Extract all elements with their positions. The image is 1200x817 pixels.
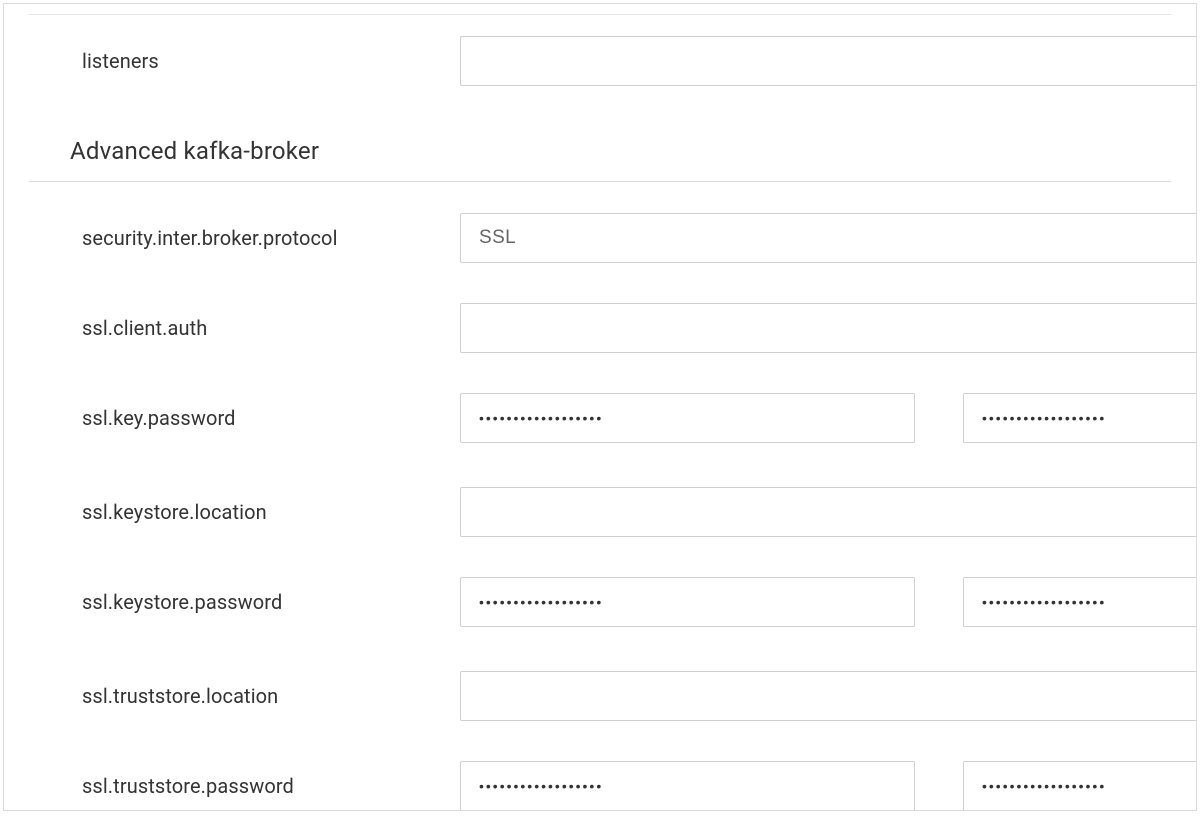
section-divider bbox=[29, 181, 1171, 182]
label-ssl-client-auth: ssl.client.auth bbox=[82, 316, 460, 340]
label-ssl-keystore-location: ssl.keystore.location bbox=[82, 500, 460, 524]
label-security-inter-broker-protocol: security.inter.broker.protocol bbox=[82, 226, 460, 250]
label-ssl-keystore-password: ssl.keystore.password bbox=[82, 590, 460, 614]
row-ssl-keystore-password: ssl.keystore.password bbox=[4, 566, 1196, 638]
label-ssl-truststore-password: ssl.truststore.password bbox=[82, 774, 460, 798]
input-ssl-keystore-password-confirm[interactable] bbox=[963, 577, 1196, 627]
input-security-inter-broker-protocol[interactable] bbox=[460, 213, 1196, 263]
input-ssl-keystore-password[interactable] bbox=[460, 577, 915, 627]
input-ssl-key-password-confirm[interactable] bbox=[963, 393, 1196, 443]
input-ssl-client-auth[interactable] bbox=[460, 303, 1196, 353]
input-ssl-truststore-password-confirm[interactable] bbox=[963, 761, 1196, 811]
row-ssl-key-password: ssl.key.password bbox=[4, 382, 1196, 454]
label-ssl-key-password: ssl.key.password bbox=[82, 406, 460, 430]
config-panel: listeners Advanced kafka-broker security… bbox=[3, 3, 1197, 811]
label-ssl-truststore-location: ssl.truststore.location bbox=[82, 684, 460, 708]
label-listeners: listeners bbox=[82, 49, 460, 73]
row-security-inter-broker-protocol: security.inter.broker.protocol bbox=[4, 202, 1196, 274]
input-listeners[interactable] bbox=[460, 36, 1196, 86]
row-ssl-client-auth: ssl.client.auth bbox=[4, 292, 1196, 364]
row-ssl-keystore-location: ssl.keystore.location bbox=[4, 476, 1196, 548]
row-listeners: listeners bbox=[4, 25, 1196, 97]
input-ssl-keystore-location[interactable] bbox=[460, 487, 1196, 537]
input-ssl-truststore-location[interactable] bbox=[460, 671, 1196, 721]
section-heading-advanced: Advanced kafka-broker bbox=[4, 97, 1196, 181]
input-ssl-truststore-password[interactable] bbox=[460, 761, 915, 811]
row-ssl-truststore-location: ssl.truststore.location bbox=[4, 660, 1196, 732]
row-ssl-truststore-password: ssl.truststore.password bbox=[4, 750, 1196, 811]
input-ssl-key-password[interactable] bbox=[460, 393, 915, 443]
